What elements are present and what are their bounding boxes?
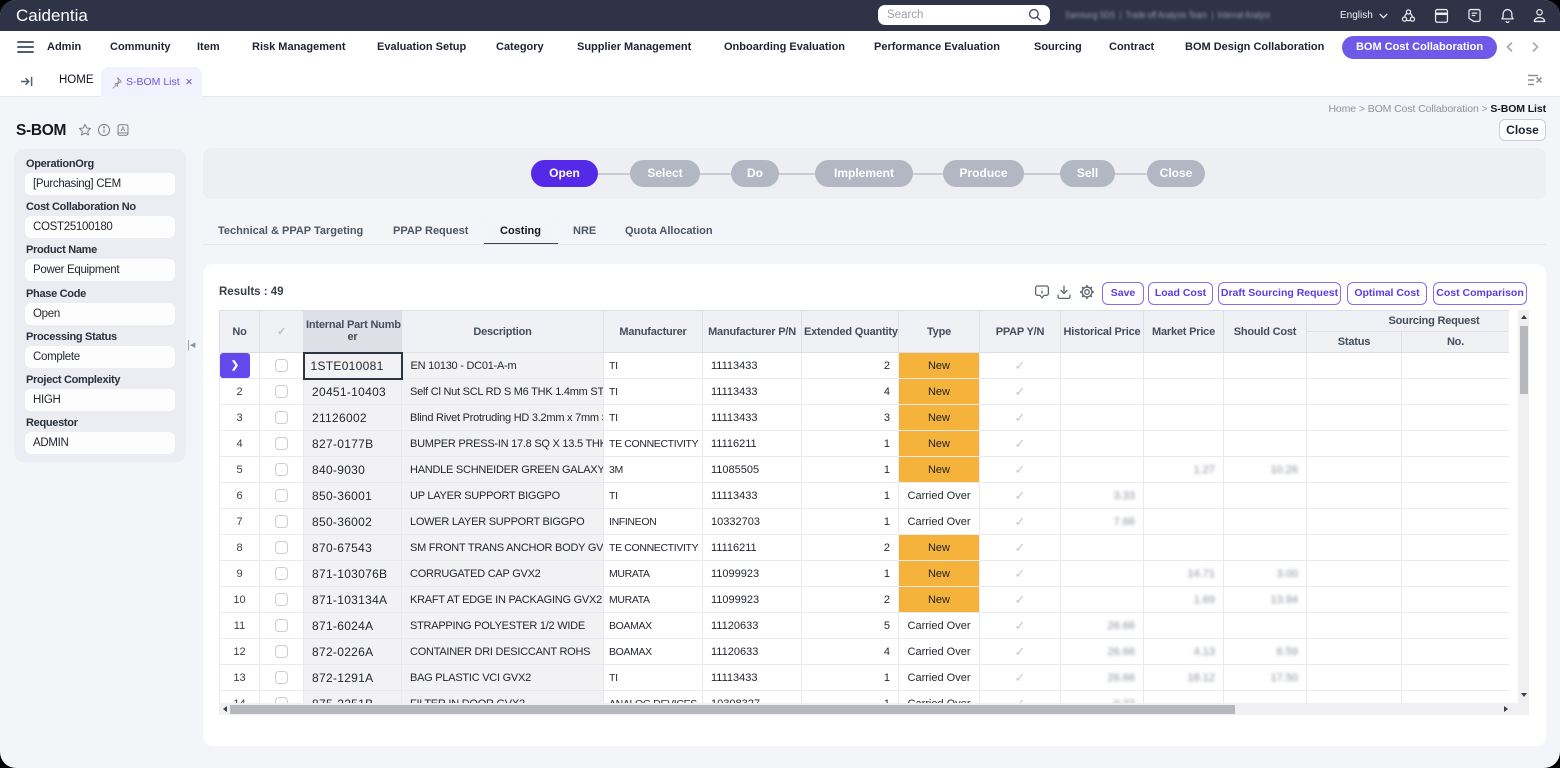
svg-text:A: A <box>121 126 126 133</box>
